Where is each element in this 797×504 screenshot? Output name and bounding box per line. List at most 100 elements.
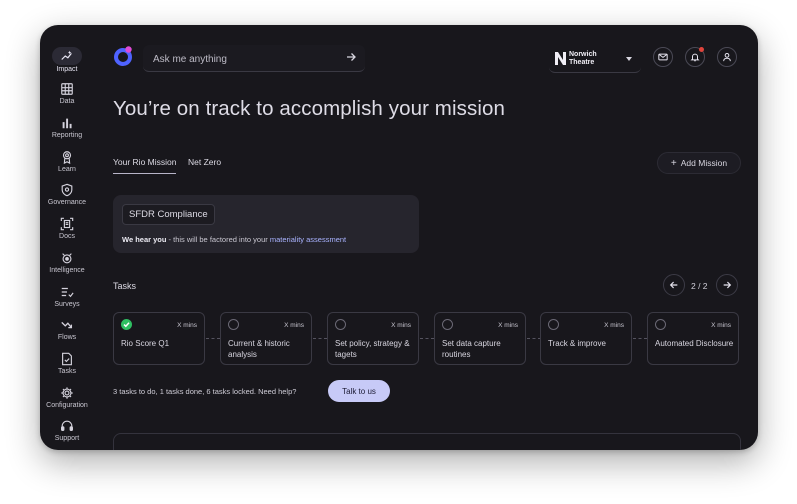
arrow-left-icon xyxy=(669,281,678,289)
search-input[interactable] xyxy=(151,49,335,69)
notification-dot xyxy=(699,47,704,52)
task-connector xyxy=(527,338,541,339)
sidebar-item-label: Tasks xyxy=(58,368,76,375)
prev-page-button[interactable] xyxy=(663,274,685,296)
plus-icon: + xyxy=(670,157,677,169)
task-duration: X mins xyxy=(711,322,731,329)
sidebar-item-learn[interactable]: Learn xyxy=(40,150,94,182)
notifications-button[interactable] xyxy=(685,47,705,67)
profile-button[interactable] xyxy=(717,47,737,67)
gear-icon xyxy=(61,387,73,399)
task-name: Current & historic analysis xyxy=(228,339,290,359)
check-done-icon xyxy=(121,319,132,330)
tasks-status: 3 tasks to do, 1 tasks done, 6 tasks loc… xyxy=(113,387,297,396)
sidebar-item-label: Governance xyxy=(47,199,87,206)
task-connector xyxy=(313,338,327,339)
task-connector xyxy=(206,338,220,339)
sidebar-item-reporting[interactable]: Reporting xyxy=(40,116,94,148)
page-title: You’re on track to accomplish your missi… xyxy=(113,97,505,120)
user-icon xyxy=(723,52,731,62)
task-card[interactable]: X mins Rio Score Q1 xyxy=(113,312,205,365)
task-duration: X mins xyxy=(391,322,411,329)
headset-icon xyxy=(61,420,73,431)
chevron-down-icon[interactable] xyxy=(625,56,633,62)
task-duration: X mins xyxy=(177,322,197,329)
task-name: Rio Score Q1 xyxy=(121,339,170,348)
task-file-icon xyxy=(62,352,72,366)
task-duration: X mins xyxy=(284,322,304,329)
arrow-right-icon xyxy=(723,281,732,289)
task-name: Set data capture routines xyxy=(442,339,501,359)
tab-your-rio-mission[interactable]: Your Rio Mission xyxy=(113,157,177,174)
sidebar-item-label: Data xyxy=(59,98,75,105)
flow-arrow-icon xyxy=(61,321,73,329)
check-empty-icon xyxy=(228,319,239,330)
sidebar-item-label: Docs xyxy=(59,233,75,240)
award-icon xyxy=(62,151,72,164)
sidebar-item-tasks[interactable]: Tasks xyxy=(40,352,94,384)
talk-to-us-button[interactable]: Talk to us xyxy=(328,380,390,402)
task-card[interactable]: X mins Automated Disclosure xyxy=(647,312,739,365)
sidebar-item-data[interactable]: Data xyxy=(40,82,94,114)
sidebar-item-impact[interactable]: Impact xyxy=(40,47,94,79)
sidebar-item-label: Configuration xyxy=(46,402,88,409)
app-logo[interactable] xyxy=(112,45,134,67)
feedback-bold: We hear you xyxy=(122,235,167,244)
feedback-message: We hear you - this will be factored into… xyxy=(122,235,346,244)
search-bar[interactable] xyxy=(143,45,365,72)
sidebar-item-label: Impact xyxy=(56,66,78,73)
sidebar-item-intelligence[interactable]: Intelligence xyxy=(40,251,94,283)
task-duration: X mins xyxy=(604,322,624,329)
check-empty-icon xyxy=(548,319,559,330)
check-empty-icon xyxy=(335,319,346,330)
sidebar-item-label: Reporting xyxy=(51,132,83,139)
check-empty-icon xyxy=(442,319,453,330)
document-scan-icon xyxy=(60,217,74,231)
page-indicator: 2 / 2 xyxy=(691,281,708,291)
task-card[interactable]: X mins Current & historic analysis xyxy=(220,312,312,365)
check-empty-icon xyxy=(655,319,666,330)
brain-icon xyxy=(62,253,72,264)
checklist-icon xyxy=(61,287,74,298)
org-selector[interactable]: Norwich Theatre xyxy=(549,46,641,73)
bell-icon xyxy=(690,53,700,62)
sidebar-item-impact-highlight xyxy=(52,47,82,65)
arrow-right-icon[interactable] xyxy=(345,51,357,63)
feedback-card: SFDR Compliance We hear you - this will … xyxy=(113,195,419,253)
sidebar-item-surveys[interactable]: Surveys xyxy=(40,285,94,317)
sidebar: Impact Data Reporting Learn Governance D… xyxy=(40,25,94,450)
grid-icon xyxy=(61,83,73,95)
task-connector xyxy=(420,338,434,339)
task-name: Automated Disclosure xyxy=(655,339,734,348)
sidebar-item-label: Surveys xyxy=(54,301,80,308)
materiality-link[interactable]: materiality assessment xyxy=(270,235,346,244)
tasks-heading: Tasks xyxy=(113,281,137,291)
app-window: Impact Data Reporting Learn Governance D… xyxy=(40,25,758,450)
add-mission-button[interactable]: + Add Mission xyxy=(657,152,741,174)
sparkle-chart-icon xyxy=(61,50,72,60)
add-mission-label: Add Mission xyxy=(680,158,728,168)
shield-icon xyxy=(61,183,73,197)
sidebar-item-configuration[interactable]: Configuration xyxy=(40,386,94,418)
org-name: Norwich Theatre xyxy=(569,51,597,66)
org-logo-icon xyxy=(555,52,566,65)
task-duration: X mins xyxy=(498,322,518,329)
tab-net-zero[interactable]: Net Zero xyxy=(188,157,221,167)
sidebar-item-docs[interactable]: Docs xyxy=(40,217,94,249)
task-card[interactable]: X mins Set data capture routines xyxy=(434,312,526,365)
task-card[interactable]: X mins Set policy, strategy & tagets xyxy=(327,312,419,365)
compliance-chip[interactable]: SFDR Compliance xyxy=(122,204,215,225)
task-connector xyxy=(633,338,647,339)
sidebar-item-label: Intelligence xyxy=(49,267,85,274)
sidebar-item-governance[interactable]: Governance xyxy=(40,183,94,215)
sidebar-item-flows[interactable]: Flows xyxy=(40,318,94,350)
mail-button[interactable] xyxy=(653,47,673,67)
sidebar-item-support[interactable]: Support xyxy=(40,419,94,450)
task-card[interactable]: X mins Track & improve xyxy=(540,312,632,365)
feedback-text: - this will be factored into your xyxy=(166,235,270,244)
task-name: Track & improve xyxy=(548,339,606,348)
task-name: Set policy, strategy & tagets xyxy=(335,339,410,359)
sidebar-item-label: Flows xyxy=(57,334,77,341)
sidebar-item-label: Learn xyxy=(58,166,76,173)
next-page-button[interactable] xyxy=(716,274,738,296)
